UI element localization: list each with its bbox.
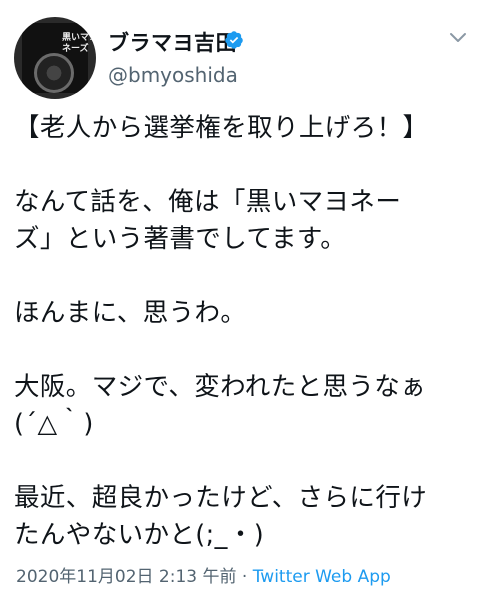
display-name[interactable]: ブラマヨ吉田: [108, 27, 237, 57]
verified-badge-icon: [225, 31, 243, 49]
timestamp[interactable]: 2020年11月02日 2:13 午前: [16, 567, 237, 587]
book-cover-image: 黒いマヨネーズ: [22, 23, 96, 93]
source-link[interactable]: Twitter Web App: [253, 567, 391, 587]
tweet-meta: 2020年11月02日 2:13 午前 · Twitter Web App: [16, 562, 391, 587]
tweet-text: 【老人から選挙権を取り上げろ！】 なんて話を、俺は「黒いマヨネー ズ」という著書…: [14, 113, 429, 550]
avatar[interactable]: 黒いマヨネーズ: [14, 17, 96, 99]
chevron-down-icon[interactable]: [448, 30, 468, 44]
avatar-book-title: 黒いマヨネーズ: [62, 33, 96, 54]
disc-graphic: [34, 53, 74, 93]
meta-separator: ·: [236, 567, 253, 587]
user-handle[interactable]: @bmyoshida: [108, 63, 238, 87]
tweet-card: 黒いマヨネーズ ブラマヨ吉田 @bmyoshida 【老人から選挙権を取り上げろ…: [0, 0, 480, 595]
